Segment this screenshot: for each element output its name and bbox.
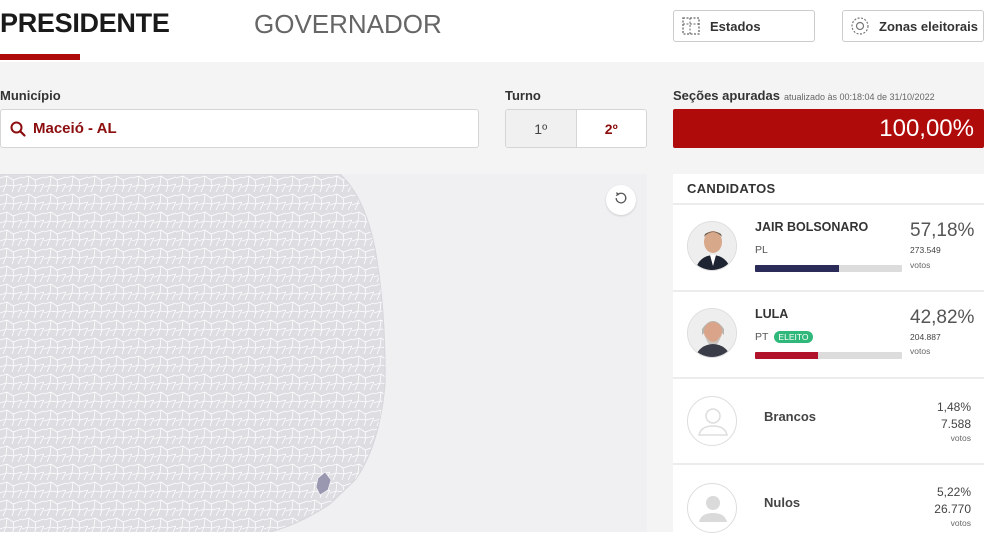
refresh-icon [613, 190, 629, 211]
municipality-map[interactable] [0, 174, 647, 532]
search-icon [9, 120, 27, 138]
vote-progress-fill [755, 352, 818, 359]
avatar-bolsonaro [687, 221, 737, 271]
municipio-label: Município [0, 88, 61, 103]
estados-button[interactable]: Estados [673, 10, 815, 42]
top-bar: PRESIDENTE GOVERNADOR Estados Zonas elei… [0, 0, 984, 62]
estados-label: Estados [710, 18, 761, 34]
candidate-name: LULA [755, 307, 789, 321]
zonas-label: Zonas eleitorais [879, 18, 978, 34]
candidate-percent: 57,18% [910, 220, 975, 241]
vote-progress-bar [755, 265, 902, 272]
map-svg[interactable] [0, 174, 647, 532]
eleito-badge: ELEITO [774, 331, 813, 344]
secoes-percent: 100,00% [879, 115, 974, 142]
secoes-apuradas-label: Seções apuradas atualizado às 00:18:04 de… [673, 88, 935, 103]
candidate-party: PT ELEITO [755, 331, 813, 344]
candidate-votes: 204.887 [910, 332, 941, 342]
votes-label: votos [910, 346, 931, 356]
secoes-updated-time: atualizado às 00:18:04 de 31/10/2022 [783, 92, 935, 102]
candidate-party: PL [755, 244, 768, 256]
candidate-votes: 273.549 [910, 245, 941, 255]
brancos-votes: 7.588 [940, 417, 971, 431]
avatar-lula [687, 308, 737, 358]
brancos-percent: 1,48% [936, 400, 971, 414]
divider [673, 377, 984, 379]
candidate-percent: 42,82% [910, 307, 975, 328]
votes-label: votos [950, 518, 971, 528]
candidates-title: CANDIDATOS [687, 181, 776, 196]
votes-label: votos [910, 260, 931, 270]
municipio-value: Maceió - AL [33, 120, 117, 137]
secoes-title: Seções apuradas [673, 88, 780, 103]
municipio-search-input[interactable]: Maceió - AL [0, 109, 479, 148]
nulos-percent: 5,22% [936, 485, 971, 499]
turno-selector[interactable]: 1º 2º [505, 109, 647, 148]
divider [673, 463, 984, 465]
tab-governador[interactable]: GOVERNADOR [254, 9, 442, 40]
tab-presidente[interactable]: PRESIDENTE [0, 8, 170, 39]
turno-1-button[interactable]: 1º [506, 110, 577, 147]
null-person-icon [687, 483, 737, 533]
candidates-panel: CANDIDATOS JAIR BOLSONARO PL 57,18% 273.… [673, 174, 984, 533]
zonas-eleitorais-button[interactable]: Zonas eleitorais [842, 10, 984, 42]
turno-2-button[interactable]: 2º [576, 110, 646, 147]
vote-progress-bar [755, 352, 902, 359]
reset-map-button[interactable] [606, 185, 636, 215]
active-tab-indicator [0, 54, 80, 60]
votes-label: votos [950, 433, 971, 443]
divider [673, 203, 984, 205]
brancos-label: Brancos [764, 409, 817, 424]
candidate-name: JAIR BOLSONARO [755, 220, 869, 234]
nulos-label: Nulos [764, 495, 801, 510]
turno-label: Turno [505, 88, 541, 103]
divider [673, 290, 984, 292]
target-icon [849, 15, 871, 37]
party-label: PT [755, 331, 769, 343]
map-grid-icon [680, 15, 702, 37]
blank-person-icon [687, 396, 737, 446]
nulos-votes: 26.770 [934, 502, 971, 516]
secoes-progress-bar: 100,00% [673, 109, 984, 148]
vote-progress-fill [755, 265, 840, 272]
